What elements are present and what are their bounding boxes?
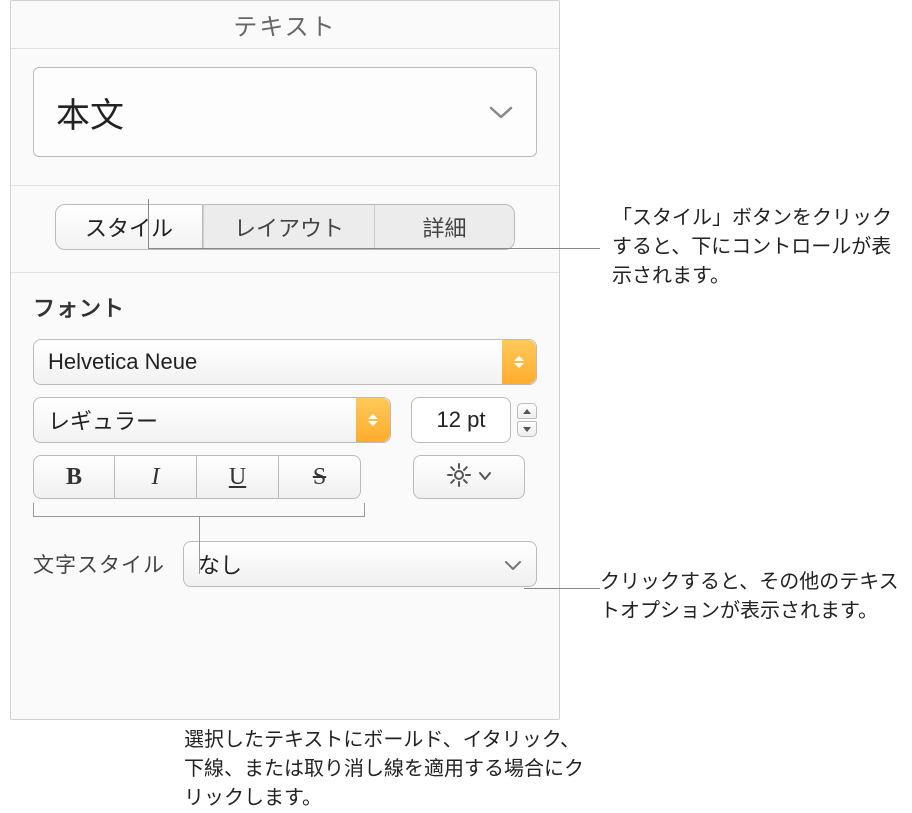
callout-leader xyxy=(148,248,600,249)
chevron-down-icon xyxy=(504,551,522,577)
gear-icon xyxy=(446,462,472,493)
underline-label: U xyxy=(229,464,246,491)
advanced-options-button[interactable] xyxy=(413,455,525,499)
font-typeface-popup[interactable]: レギュラー xyxy=(33,397,391,443)
tab-style-label: スタイル xyxy=(85,211,173,243)
tab-style[interactable]: スタイル xyxy=(55,204,203,250)
font-section-label: フォント xyxy=(33,291,537,323)
font-size-value: 12 pt xyxy=(437,407,486,433)
chevron-down-icon xyxy=(488,104,514,120)
bracket-stem xyxy=(199,516,200,574)
popup-knob-icon xyxy=(502,340,536,384)
font-family-value: Helvetica Neue xyxy=(48,349,197,375)
italic-label: I xyxy=(152,464,160,491)
font-size-stepper xyxy=(517,397,537,443)
bius-bracket xyxy=(33,503,365,517)
popup-knob-icon xyxy=(356,398,390,442)
bius-group: B I U S xyxy=(33,455,365,499)
underline-button[interactable]: U xyxy=(197,455,279,499)
bold-label: B xyxy=(66,464,82,491)
bold-button[interactable]: B xyxy=(33,455,115,499)
stepper-up-button[interactable] xyxy=(517,403,537,419)
bius-col: B I U S xyxy=(33,455,365,517)
tab-advanced-label: 詳細 xyxy=(422,211,466,243)
text-inspector-panel: テキスト 本文 スタイル レイアウト 詳細 xyxy=(10,0,560,720)
callout-leader xyxy=(524,588,600,589)
font-size-field[interactable]: 12 pt xyxy=(411,397,511,443)
italic-button[interactable]: I xyxy=(115,455,197,499)
font-typeface-value: レギュラー xyxy=(48,404,158,436)
row-3: B I U S xyxy=(33,455,537,517)
tabs-container: スタイル レイアウト 詳細 xyxy=(33,204,537,250)
paragraph-style-popup[interactable]: 本文 xyxy=(33,67,537,157)
divider xyxy=(11,185,559,186)
font-family-popup[interactable]: Helvetica Neue xyxy=(33,339,537,385)
callout-bius: 選択したテキストにボールド、イタリック、下線、または取り消し線を適用する場合にク… xyxy=(184,726,584,813)
divider xyxy=(11,272,559,273)
chevron-down-icon xyxy=(478,468,492,486)
tab-layout-label: レイアウト xyxy=(234,211,344,243)
callout-leader xyxy=(148,199,149,248)
stepper-down-button[interactable] xyxy=(517,421,537,437)
character-style-value: なし xyxy=(198,548,242,580)
callout-style-tab: 「スタイル」ボタンをクリックすると、下にコントロールが表示されます。 xyxy=(612,204,902,291)
strike-label: S xyxy=(313,464,326,491)
character-style-popup[interactable]: なし xyxy=(183,541,537,587)
font-size-group: 12 pt xyxy=(411,397,537,443)
callout-gear: クリックすると、その他のテキストオプションが表示されます。 xyxy=(600,568,900,626)
panel-title-label: テキスト xyxy=(233,7,336,42)
character-style-row: 文字スタイル なし xyxy=(33,541,537,587)
panel-body: 本文 スタイル レイアウト 詳細 フォント He xyxy=(11,49,559,599)
tab-advanced[interactable]: 詳細 xyxy=(375,204,515,250)
tabs-segmented-control: スタイル レイアウト 詳細 xyxy=(55,204,515,250)
panel-title: テキスト xyxy=(11,1,559,49)
font-row-2: レギュラー 12 pt xyxy=(33,397,537,443)
character-style-label: 文字スタイル xyxy=(33,549,165,579)
strikethrough-button[interactable]: S xyxy=(279,455,361,499)
paragraph-style-value: 本文 xyxy=(56,88,124,137)
tab-layout[interactable]: レイアウト xyxy=(203,204,375,250)
